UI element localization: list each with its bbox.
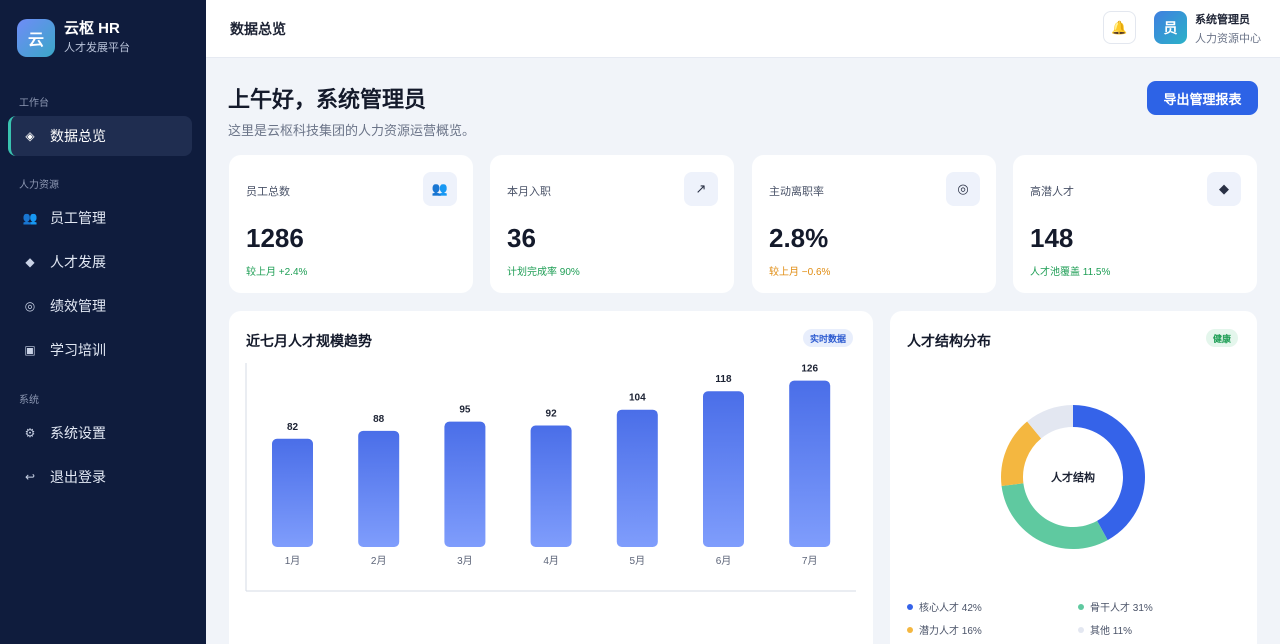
stat-label: 高潜人才: [1030, 186, 1074, 198]
bar-7月[interactable]: [789, 380, 831, 547]
legend-label: 其他 11%: [1090, 626, 1133, 637]
nav-section-system: 系统: [19, 395, 39, 406]
bar-1月[interactable]: [272, 438, 313, 547]
page-title: 数据总览: [230, 21, 286, 37]
x-tick-label: 3月: [457, 555, 473, 567]
user-role: 人力资源中心: [1195, 33, 1261, 45]
square-icon: ▣: [24, 343, 36, 357]
brand[interactable]: 云 云枢 HR 人才发展平台: [17, 19, 130, 57]
legend-dot: [907, 603, 913, 610]
stat-label: 主动离职率: [769, 186, 824, 198]
page-subtitle: 这里是云枢科技集团的人力资源运营概览。: [228, 123, 476, 138]
bar-value-label: 126: [801, 364, 818, 375]
bar-value-label: 118: [715, 374, 732, 385]
bar-6月[interactable]: [703, 391, 744, 547]
x-tick-label: 5月: [630, 555, 646, 567]
stat-card-high-potential: 高潜人才 ◆ 148 人才池覆盖 11.5%: [1013, 155, 1257, 293]
sidebar-item-employees[interactable]: 👥 员工管理: [8, 198, 192, 238]
bar-4月[interactable]: [530, 425, 572, 547]
stat-card-employees: 员工总数 👥 1286 较上月 +2.4%: [229, 155, 473, 293]
sidebar-item-performance[interactable]: ◎ 绩效管理: [8, 286, 192, 326]
trend-panel: 近七月人才规模趋势 实时数据 82 1月 88 2月 95 3月 92 4月 104 5月 118 6…: [229, 311, 873, 644]
legend-dot: [1078, 603, 1084, 610]
stat-change: 人才池覆盖 11.5%: [1030, 267, 1111, 278]
bar-chart: 82 1月 88 2月 95 3月 92 4月 104 5月 118 6月 126 7月: [245, 363, 856, 592]
sidebar-item-label: 绩效管理: [50, 298, 106, 314]
target-icon: ◎: [946, 172, 980, 206]
bar-3月[interactable]: [444, 421, 486, 547]
arrow-up-right-icon: ↗: [684, 172, 718, 206]
people-icon: 👥: [22, 211, 38, 225]
legend-label: 潜力人才 16%: [919, 626, 982, 637]
sidebar-item-label: 退出登录: [50, 469, 106, 485]
topbar: 数据总览 🔔 员 系统管理员 人力资源中心: [206, 0, 1280, 58]
legend-dot: [907, 626, 913, 633]
legend-item: 骨干人才 31%: [1078, 599, 1153, 614]
greeting: 上午好，系统管理员: [228, 87, 427, 112]
people-icon: 👥: [423, 172, 457, 206]
stat-label: 员工总数: [246, 186, 290, 198]
export-report-button[interactable]: 导出管理报表: [1147, 81, 1258, 115]
stat-change: 计划完成率 90%: [507, 267, 580, 278]
x-tick-label: 6月: [716, 555, 732, 567]
stat-label: 本月入职: [507, 186, 551, 198]
diamond-icon: ◈: [25, 129, 35, 143]
bar-value-label: 92: [546, 409, 558, 420]
sidebar-item-settings[interactable]: ⚙ 系统设置: [8, 413, 192, 453]
brand-name: 云枢 HR: [64, 20, 120, 37]
legend-item: 潜力人才 16%: [907, 622, 982, 637]
sidebar-item-overview[interactable]: ◈ 数据总览: [8, 116, 192, 156]
avatar[interactable]: 员: [1154, 11, 1187, 44]
legend-label: 骨干人才 31%: [1090, 603, 1153, 614]
stat-value: 36: [507, 223, 536, 253]
bar-value-label: 104: [629, 393, 646, 404]
sidebar-item-training[interactable]: ▣ 学习培训: [8, 330, 192, 370]
stat-card-onboarding: 本月入职 ↗ 36 计划完成率 90%: [490, 155, 734, 293]
sidebar-item-logout[interactable]: ↩ 退出登录: [8, 457, 192, 497]
stat-card-attrition: 主动离职率 ◎ 2.8% 较上月 −0.6%: [752, 155, 996, 293]
legend-dot: [1078, 626, 1084, 633]
bar-2月[interactable]: [358, 430, 400, 547]
logout-icon: ↩: [24, 470, 36, 484]
legend-item: 核心人才 42%: [907, 599, 982, 614]
bell-icon[interactable]: 🔔: [1103, 11, 1136, 44]
stat-value: 148: [1030, 223, 1074, 253]
diamond-solid-icon: ◆: [25, 255, 35, 269]
bar-value-label: 95: [459, 405, 471, 416]
nav-section-workbench: 工作台: [19, 98, 49, 109]
bar-value-label: 82: [287, 422, 299, 433]
x-tick-label: 7月: [802, 555, 818, 567]
sidebar-item-label: 系统设置: [50, 425, 106, 441]
brand-subtitle: 人才发展平台: [64, 42, 130, 54]
stat-value: 1286: [246, 223, 304, 253]
sidebar-item-label: 员工管理: [50, 210, 106, 226]
legend-item: 其他 11%: [1078, 622, 1132, 637]
bar-5月[interactable]: [616, 409, 658, 547]
target-icon: ◎: [24, 299, 36, 313]
donut-slice-骨干人才[interactable]: [1001, 483, 1108, 549]
sidebar-item-label: 人才发展: [50, 254, 106, 270]
brand-logo: 云: [17, 19, 55, 57]
sidebar-item-talent[interactable]: ◆ 人才发展: [8, 242, 192, 282]
structure-panel: 人才结构分布 健康 人才结构 核心人才 42% 骨干人才 31% 潜力人才 16…: [890, 311, 1257, 644]
x-tick-label: 2月: [371, 555, 387, 567]
sidebar: 云 云枢 HR 人才发展平台 工作台 ◈ 数据总览 人力资源 👥 员工管理 ◆ …: [0, 0, 206, 644]
diamond-solid-icon: ◆: [1207, 172, 1241, 206]
stat-value: 2.8%: [769, 223, 829, 253]
nav-section-hr: 人力资源: [19, 180, 59, 191]
stat-change: 较上月 −0.6%: [769, 267, 831, 278]
gear-icon: ⚙: [24, 426, 36, 440]
sidebar-item-label: 数据总览: [50, 128, 106, 144]
bar-value-label: 88: [373, 414, 385, 425]
donut-center-label: 人才结构: [1051, 472, 1095, 484]
legend-label: 核心人才 42%: [919, 603, 982, 614]
stat-change: 较上月 +2.4%: [246, 267, 308, 278]
x-tick-label: 4月: [543, 555, 559, 567]
sidebar-item-label: 学习培训: [50, 342, 106, 358]
x-tick-label: 1月: [285, 555, 301, 567]
user-name[interactable]: 系统管理员: [1195, 11, 1250, 27]
